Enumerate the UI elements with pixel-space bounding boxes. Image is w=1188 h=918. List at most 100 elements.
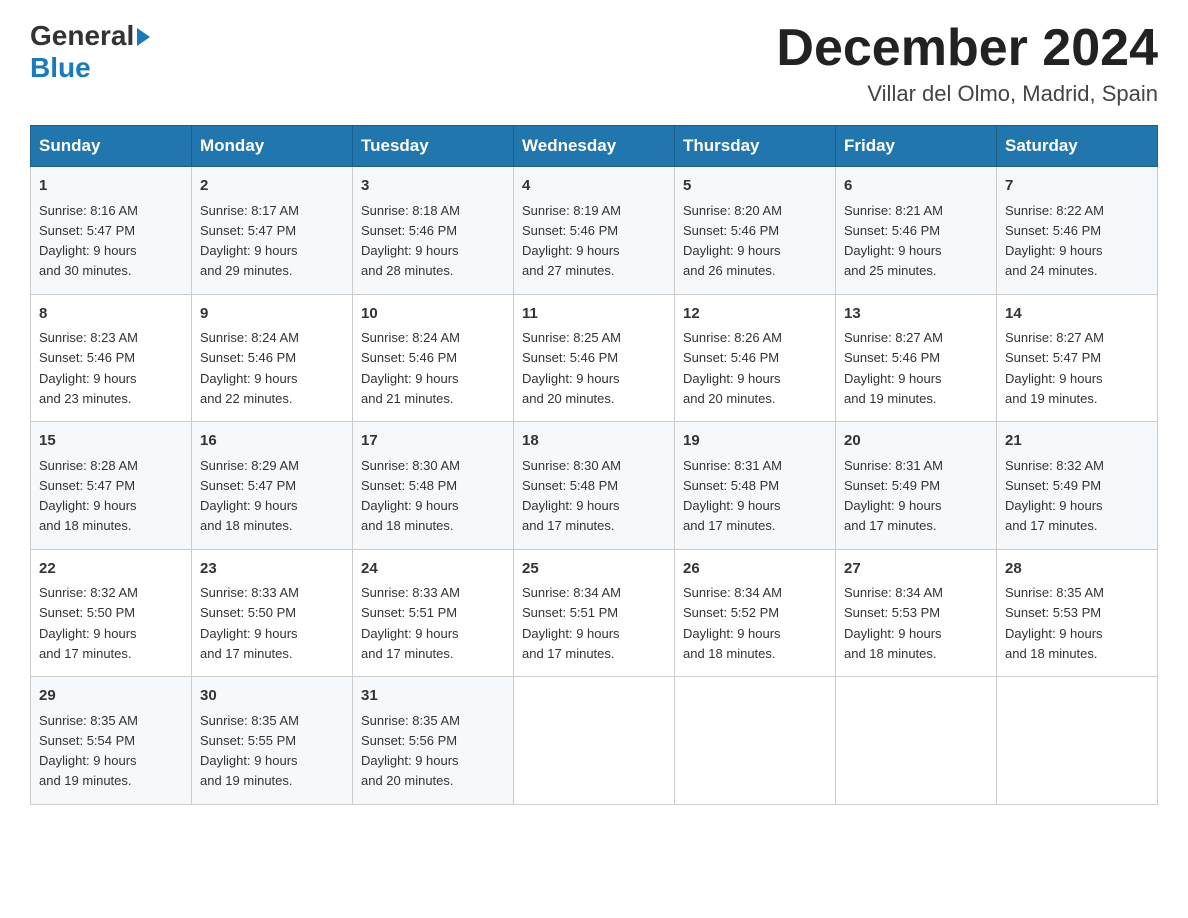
- calendar-cell: 13 Sunrise: 8:27 AMSunset: 5:46 PMDaylig…: [836, 294, 997, 422]
- header-saturday: Saturday: [997, 126, 1158, 167]
- day-number: 12: [683, 303, 827, 326]
- day-info: Sunrise: 8:21 AMSunset: 5:46 PMDaylight:…: [844, 203, 943, 279]
- day-number: 24: [361, 558, 505, 581]
- day-number: 9: [200, 303, 344, 326]
- day-info: Sunrise: 8:19 AMSunset: 5:46 PMDaylight:…: [522, 203, 621, 279]
- calendar-cell: 18 Sunrise: 8:30 AMSunset: 5:48 PMDaylig…: [514, 422, 675, 550]
- calendar-cell: 16 Sunrise: 8:29 AMSunset: 5:47 PMDaylig…: [192, 422, 353, 550]
- logo: General Blue: [30, 20, 150, 84]
- day-number: 13: [844, 303, 988, 326]
- day-info: Sunrise: 8:27 AMSunset: 5:47 PMDaylight:…: [1005, 330, 1104, 406]
- day-info: Sunrise: 8:34 AMSunset: 5:53 PMDaylight:…: [844, 585, 943, 661]
- header-thursday: Thursday: [675, 126, 836, 167]
- calendar-cell: [997, 677, 1158, 805]
- header-friday: Friday: [836, 126, 997, 167]
- day-info: Sunrise: 8:27 AMSunset: 5:46 PMDaylight:…: [844, 330, 943, 406]
- day-number: 20: [844, 430, 988, 453]
- calendar-body: 1 Sunrise: 8:16 AMSunset: 5:47 PMDayligh…: [31, 167, 1158, 805]
- day-info: Sunrise: 8:29 AMSunset: 5:47 PMDaylight:…: [200, 458, 299, 534]
- day-number: 14: [1005, 303, 1149, 326]
- header-sunday: Sunday: [31, 126, 192, 167]
- header-monday: Monday: [192, 126, 353, 167]
- day-info: Sunrise: 8:16 AMSunset: 5:47 PMDaylight:…: [39, 203, 138, 279]
- calendar-cell: 9 Sunrise: 8:24 AMSunset: 5:46 PMDayligh…: [192, 294, 353, 422]
- day-info: Sunrise: 8:30 AMSunset: 5:48 PMDaylight:…: [361, 458, 460, 534]
- calendar-cell: 20 Sunrise: 8:31 AMSunset: 5:49 PMDaylig…: [836, 422, 997, 550]
- day-info: Sunrise: 8:35 AMSunset: 5:55 PMDaylight:…: [200, 713, 299, 789]
- calendar-week-2: 8 Sunrise: 8:23 AMSunset: 5:46 PMDayligh…: [31, 294, 1158, 422]
- day-info: Sunrise: 8:34 AMSunset: 5:52 PMDaylight:…: [683, 585, 782, 661]
- day-info: Sunrise: 8:18 AMSunset: 5:46 PMDaylight:…: [361, 203, 460, 279]
- calendar-cell: 5 Sunrise: 8:20 AMSunset: 5:46 PMDayligh…: [675, 167, 836, 295]
- day-number: 1: [39, 175, 183, 198]
- calendar-header: Sunday Monday Tuesday Wednesday Thursday…: [31, 126, 1158, 167]
- logo-general-text: General: [30, 20, 134, 52]
- day-number: 27: [844, 558, 988, 581]
- day-info: Sunrise: 8:35 AMSunset: 5:53 PMDaylight:…: [1005, 585, 1104, 661]
- day-info: Sunrise: 8:31 AMSunset: 5:49 PMDaylight:…: [844, 458, 943, 534]
- day-number: 19: [683, 430, 827, 453]
- calendar-cell: 28 Sunrise: 8:35 AMSunset: 5:53 PMDaylig…: [997, 549, 1158, 677]
- calendar-cell: 25 Sunrise: 8:34 AMSunset: 5:51 PMDaylig…: [514, 549, 675, 677]
- day-info: Sunrise: 8:22 AMSunset: 5:46 PMDaylight:…: [1005, 203, 1104, 279]
- month-title: December 2024: [776, 20, 1158, 77]
- day-number: 4: [522, 175, 666, 198]
- day-info: Sunrise: 8:33 AMSunset: 5:51 PMDaylight:…: [361, 585, 460, 661]
- calendar-cell: 26 Sunrise: 8:34 AMSunset: 5:52 PMDaylig…: [675, 549, 836, 677]
- day-number: 6: [844, 175, 988, 198]
- day-info: Sunrise: 8:32 AMSunset: 5:50 PMDaylight:…: [39, 585, 138, 661]
- day-number: 22: [39, 558, 183, 581]
- calendar-week-4: 22 Sunrise: 8:32 AMSunset: 5:50 PMDaylig…: [31, 549, 1158, 677]
- day-number: 21: [1005, 430, 1149, 453]
- day-info: Sunrise: 8:35 AMSunset: 5:54 PMDaylight:…: [39, 713, 138, 789]
- calendar-week-5: 29 Sunrise: 8:35 AMSunset: 5:54 PMDaylig…: [31, 677, 1158, 805]
- calendar-week-3: 15 Sunrise: 8:28 AMSunset: 5:47 PMDaylig…: [31, 422, 1158, 550]
- day-number: 18: [522, 430, 666, 453]
- logo-blue-text: Blue: [30, 52, 91, 83]
- day-number: 7: [1005, 175, 1149, 198]
- day-number: 17: [361, 430, 505, 453]
- calendar-cell: 23 Sunrise: 8:33 AMSunset: 5:50 PMDaylig…: [192, 549, 353, 677]
- calendar-cell: 30 Sunrise: 8:35 AMSunset: 5:55 PMDaylig…: [192, 677, 353, 805]
- day-number: 28: [1005, 558, 1149, 581]
- calendar-cell: 3 Sunrise: 8:18 AMSunset: 5:46 PMDayligh…: [353, 167, 514, 295]
- day-info: Sunrise: 8:24 AMSunset: 5:46 PMDaylight:…: [200, 330, 299, 406]
- day-number: 31: [361, 685, 505, 708]
- day-info: Sunrise: 8:26 AMSunset: 5:46 PMDaylight:…: [683, 330, 782, 406]
- day-info: Sunrise: 8:31 AMSunset: 5:48 PMDaylight:…: [683, 458, 782, 534]
- page-header: General Blue December 2024 Villar del Ol…: [30, 20, 1158, 107]
- day-number: 3: [361, 175, 505, 198]
- day-number: 5: [683, 175, 827, 198]
- calendar-cell: 29 Sunrise: 8:35 AMSunset: 5:54 PMDaylig…: [31, 677, 192, 805]
- calendar-cell: 4 Sunrise: 8:19 AMSunset: 5:46 PMDayligh…: [514, 167, 675, 295]
- day-number: 26: [683, 558, 827, 581]
- day-number: 23: [200, 558, 344, 581]
- location-text: Villar del Olmo, Madrid, Spain: [776, 81, 1158, 107]
- day-number: 8: [39, 303, 183, 326]
- day-info: Sunrise: 8:20 AMSunset: 5:46 PMDaylight:…: [683, 203, 782, 279]
- calendar-cell: 1 Sunrise: 8:16 AMSunset: 5:47 PMDayligh…: [31, 167, 192, 295]
- calendar-cell: 27 Sunrise: 8:34 AMSunset: 5:53 PMDaylig…: [836, 549, 997, 677]
- logo-triangle-icon: [137, 28, 150, 46]
- title-section: December 2024 Villar del Olmo, Madrid, S…: [776, 20, 1158, 107]
- calendar-cell: [836, 677, 997, 805]
- day-number: 15: [39, 430, 183, 453]
- day-number: 30: [200, 685, 344, 708]
- day-number: 16: [200, 430, 344, 453]
- day-number: 25: [522, 558, 666, 581]
- calendar-table: Sunday Monday Tuesday Wednesday Thursday…: [30, 125, 1158, 805]
- day-info: Sunrise: 8:17 AMSunset: 5:47 PMDaylight:…: [200, 203, 299, 279]
- day-info: Sunrise: 8:28 AMSunset: 5:47 PMDaylight:…: [39, 458, 138, 534]
- day-info: Sunrise: 8:34 AMSunset: 5:51 PMDaylight:…: [522, 585, 621, 661]
- calendar-week-1: 1 Sunrise: 8:16 AMSunset: 5:47 PMDayligh…: [31, 167, 1158, 295]
- calendar-cell: 19 Sunrise: 8:31 AMSunset: 5:48 PMDaylig…: [675, 422, 836, 550]
- calendar-cell: 8 Sunrise: 8:23 AMSunset: 5:46 PMDayligh…: [31, 294, 192, 422]
- day-info: Sunrise: 8:23 AMSunset: 5:46 PMDaylight:…: [39, 330, 138, 406]
- calendar-cell: 10 Sunrise: 8:24 AMSunset: 5:46 PMDaylig…: [353, 294, 514, 422]
- calendar-cell: 31 Sunrise: 8:35 AMSunset: 5:56 PMDaylig…: [353, 677, 514, 805]
- day-number: 11: [522, 303, 666, 326]
- calendar-cell: 7 Sunrise: 8:22 AMSunset: 5:46 PMDayligh…: [997, 167, 1158, 295]
- calendar-cell: 24 Sunrise: 8:33 AMSunset: 5:51 PMDaylig…: [353, 549, 514, 677]
- calendar-cell: 21 Sunrise: 8:32 AMSunset: 5:49 PMDaylig…: [997, 422, 1158, 550]
- day-info: Sunrise: 8:25 AMSunset: 5:46 PMDaylight:…: [522, 330, 621, 406]
